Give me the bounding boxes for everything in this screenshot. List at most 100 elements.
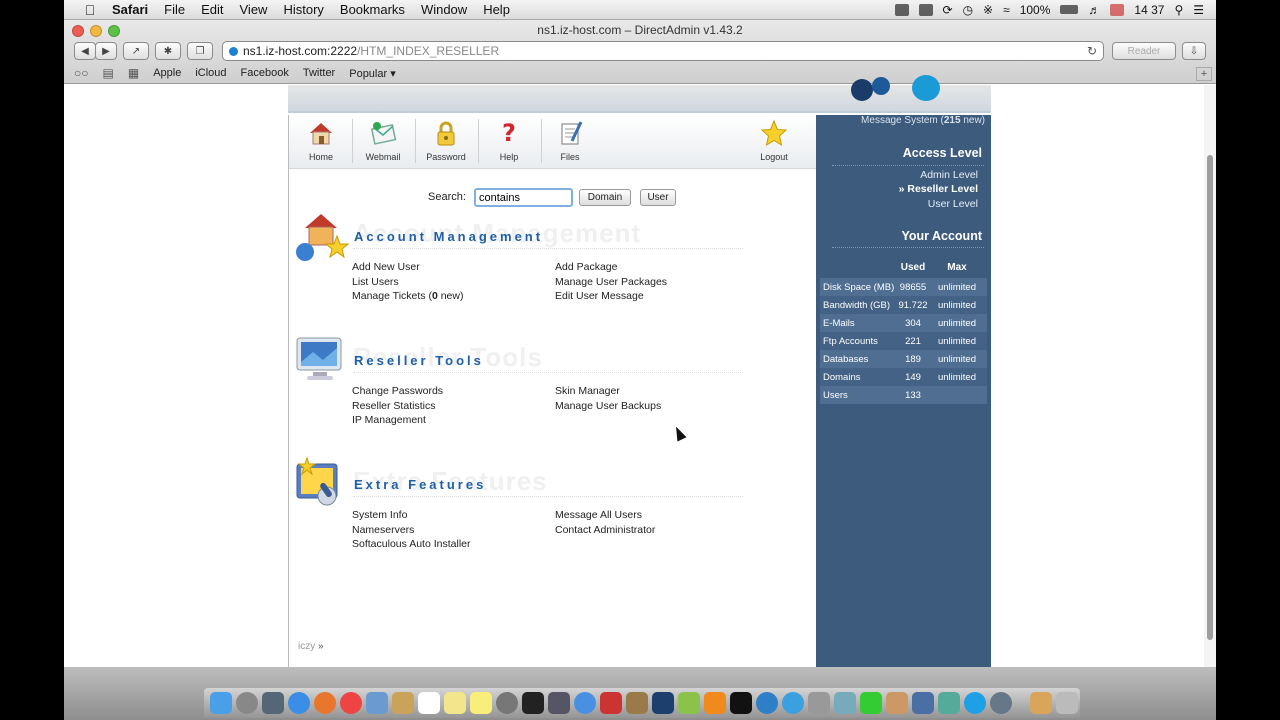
bookmark-twitter[interactable]: Twitter [303,67,335,79]
contacts-icon[interactable] [392,692,414,714]
home-button[interactable]: Home [291,119,351,162]
menu-edit[interactable]: Edit [193,2,231,17]
stickies-icon[interactable] [470,692,492,714]
menu-window[interactable]: Window [413,2,475,17]
sync-icon[interactable]: ⟳ [943,3,953,17]
wifi-icon[interactable]: ≈ [1003,3,1010,17]
menu-view[interactable]: View [232,2,276,17]
app-store-icon[interactable] [782,692,804,714]
help-button[interactable]: ? Help [479,119,539,162]
itunes-icon[interactable] [834,692,856,714]
tabs-button[interactable]: ❐ [187,42,213,60]
menu-app-name[interactable]: Safari [104,2,156,17]
firefox-icon[interactable] [314,692,336,714]
user-level-link[interactable]: User Level [928,198,978,210]
bookmark-icloud[interactable]: iCloud [195,67,226,79]
iczy-footer-link[interactable]: iczy » [298,641,324,652]
reseller-level-current[interactable]: » Reseller Level [899,183,978,195]
utility-icon[interactable] [808,692,830,714]
flag-icon[interactable] [1110,3,1125,16]
reading-list-icon[interactable]: ○○ [74,66,89,80]
xcode-icon[interactable] [912,692,934,714]
new-tab-button[interactable]: + [1196,67,1212,81]
system-info-link[interactable]: System Info [352,509,471,524]
change-passwords-link[interactable]: Change Passwords [352,385,443,400]
bookmark-facebook[interactable]: Facebook [241,67,289,79]
search-input[interactable] [474,188,573,207]
nameservers-link[interactable]: Nameservers [352,524,471,539]
launchpad-icon[interactable] [236,692,258,714]
forward-button[interactable]: ▶ [95,42,117,60]
password-button[interactable]: Password [416,119,476,162]
vlc-icon[interactable] [704,692,726,714]
skin-manager-link[interactable]: Skin Manager [555,385,661,400]
manage-user-backups-link[interactable]: Manage User Backups [555,400,661,415]
safari-icon[interactable] [288,692,310,714]
battery-percent[interactable]: 100% [1020,3,1051,17]
bookmark-popular[interactable]: Popular ▾ [349,67,396,80]
search-user-button[interactable]: User [640,189,676,206]
network-utility-icon[interactable] [990,692,1012,714]
finder-icon[interactable] [210,692,232,714]
system-preferences-icon[interactable] [496,692,518,714]
keyboard-icon[interactable] [918,3,933,16]
share-button[interactable]: ↗ [123,42,149,60]
downloads-button[interactable]: ⇩ [1182,42,1206,60]
terminal-icon[interactable] [730,692,752,714]
add-package-link[interactable]: Add Package [555,261,667,276]
menu-history[interactable]: History [275,2,331,17]
softaculous-link[interactable]: Softaculous Auto Installer [352,538,471,553]
mail-icon[interactable] [366,692,388,714]
address-bar[interactable]: ns1.iz-host.com:2222/HTM_INDEX_RESELLER … [222,41,1104,61]
edit-user-message-link[interactable]: Edit User Message [555,290,667,305]
keynote-icon[interactable] [886,692,908,714]
trash-icon[interactable] [1056,692,1078,714]
menu-file[interactable]: File [156,2,193,17]
contact-administrator-link[interactable]: Contact Administrator [555,524,655,539]
logout-button[interactable]: Logout [744,119,804,162]
preview-icon[interactable] [626,692,648,714]
time-machine-icon[interactable]: ◷ [963,3,973,17]
webmail-button[interactable]: Webmail [353,119,413,162]
skype-icon[interactable] [964,692,986,714]
reseller-statistics-link[interactable]: Reseller Statistics [352,400,443,415]
reader-button[interactable]: Reader [1112,42,1176,60]
manage-user-packages-link[interactable]: Manage User Packages [555,276,667,291]
notes-icon[interactable] [444,692,466,714]
files-button[interactable]: Files [540,119,600,162]
volume-icon[interactable]: ♬ [1088,3,1100,17]
manage-tickets-link[interactable]: Manage Tickets (0 new) [352,290,463,305]
vertical-scrollbar[interactable] [1204,85,1216,667]
notification-center-icon[interactable]: ☰ [1193,3,1204,17]
chrome-icon[interactable] [340,692,362,714]
menu-bookmarks[interactable]: Bookmarks [332,2,413,17]
mission-control-icon[interactable] [262,692,284,714]
bookmarks-toggle-button[interactable]: ✱ [155,42,181,60]
spotlight-search-icon[interactable]: ⚲ [1174,3,1183,17]
admin-level-link[interactable]: Admin Level [920,169,978,181]
list-users-link[interactable]: List Users [352,276,463,291]
search-domain-button[interactable]: Domain [579,189,631,206]
messages-icon[interactable] [574,692,596,714]
add-new-user-link[interactable]: Add New User [352,261,463,276]
facetime-icon[interactable] [548,692,570,714]
clock[interactable]: 14 37 [1134,3,1164,17]
bluetooth-icon[interactable]: ※ [983,3,993,17]
menu-help[interactable]: Help [475,2,518,17]
back-button[interactable]: ◀ [74,42,96,60]
apple-menu-icon[interactable]:  [76,2,104,18]
quicktime-icon[interactable] [756,692,778,714]
line-icon[interactable] [860,692,882,714]
reload-icon[interactable]: ↻ [1087,44,1097,58]
ip-management-link[interactable]: IP Management [352,414,443,429]
photo-booth-icon[interactable] [600,692,622,714]
activity-monitor-icon[interactable] [522,692,544,714]
book-icon[interactable]: ▤ [103,66,114,80]
top-sites-icon[interactable]: ▦ [128,66,139,80]
scrollbar-thumb[interactable] [1207,155,1213,640]
android-icon[interactable] [678,692,700,714]
bookmark-apple[interactable]: Apple [153,67,181,79]
photoshop-icon[interactable] [652,692,674,714]
message-all-users-link[interactable]: Message All Users [555,509,655,524]
charts-icon[interactable] [938,692,960,714]
